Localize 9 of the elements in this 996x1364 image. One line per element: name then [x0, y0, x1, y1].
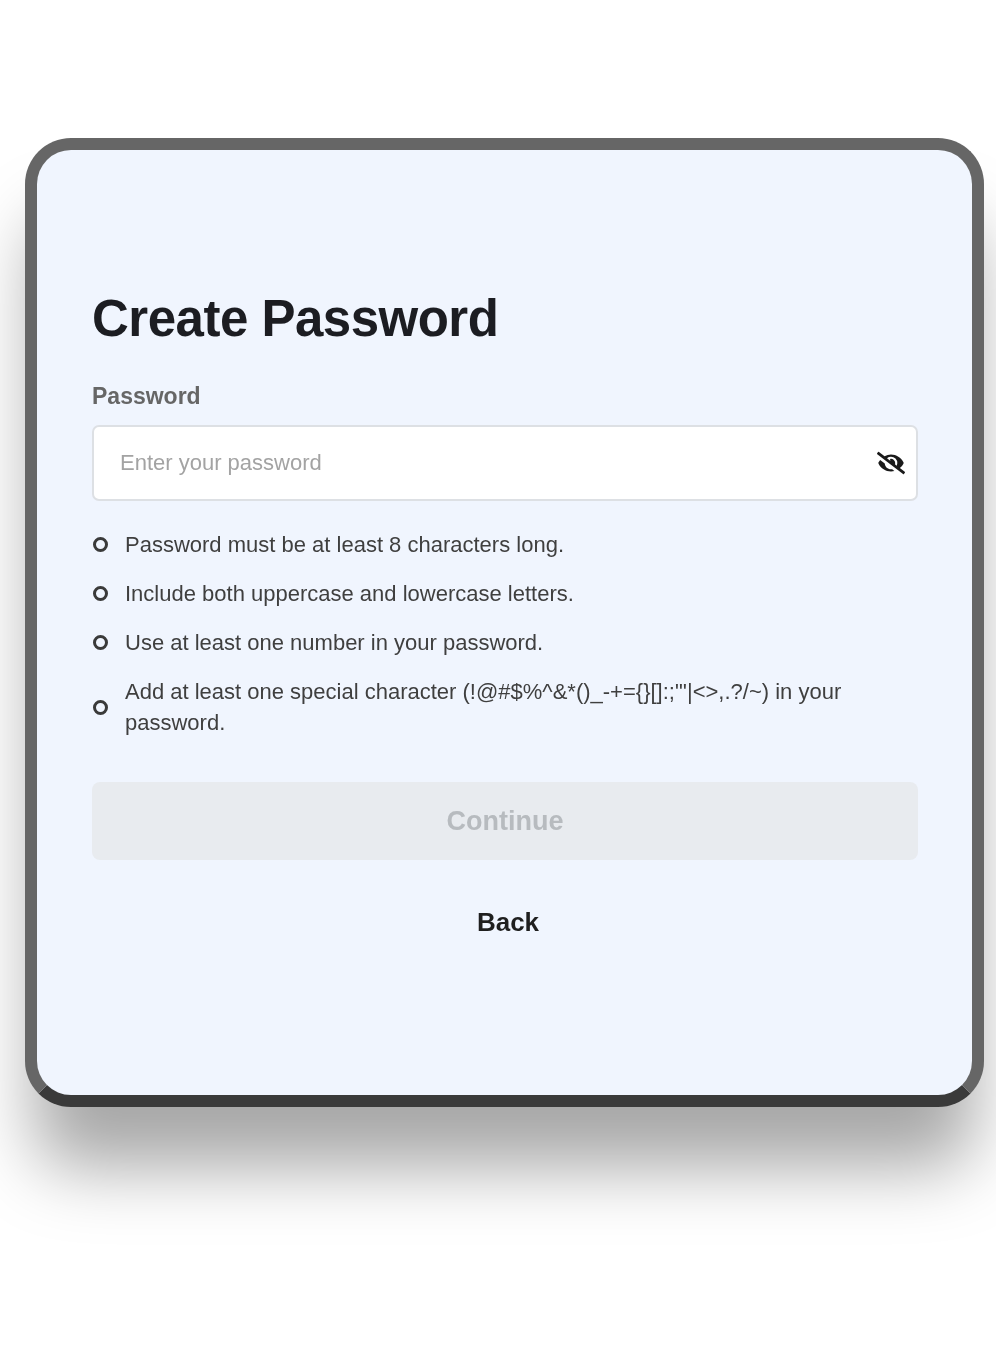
field-label: Password [92, 383, 202, 409]
requirement-text: Include both uppercase and lowercase letters. [125, 580, 574, 608]
password-field[interactable]: Enter your password [92, 425, 918, 501]
back-button[interactable]: Back [470, 904, 540, 940]
page-title: Create Password [92, 294, 500, 344]
requirement-text: Use at least one number in your password. [125, 629, 544, 657]
requirement-text: Password must be at least 8 characters long. [125, 531, 564, 559]
requirement-text: Add at least one special character (!@#$%^&*()_-+={}[]:;"'|<>,.?/~) in your password. [125, 678, 843, 737]
eye-slash-icon[interactable] [877, 451, 905, 475]
